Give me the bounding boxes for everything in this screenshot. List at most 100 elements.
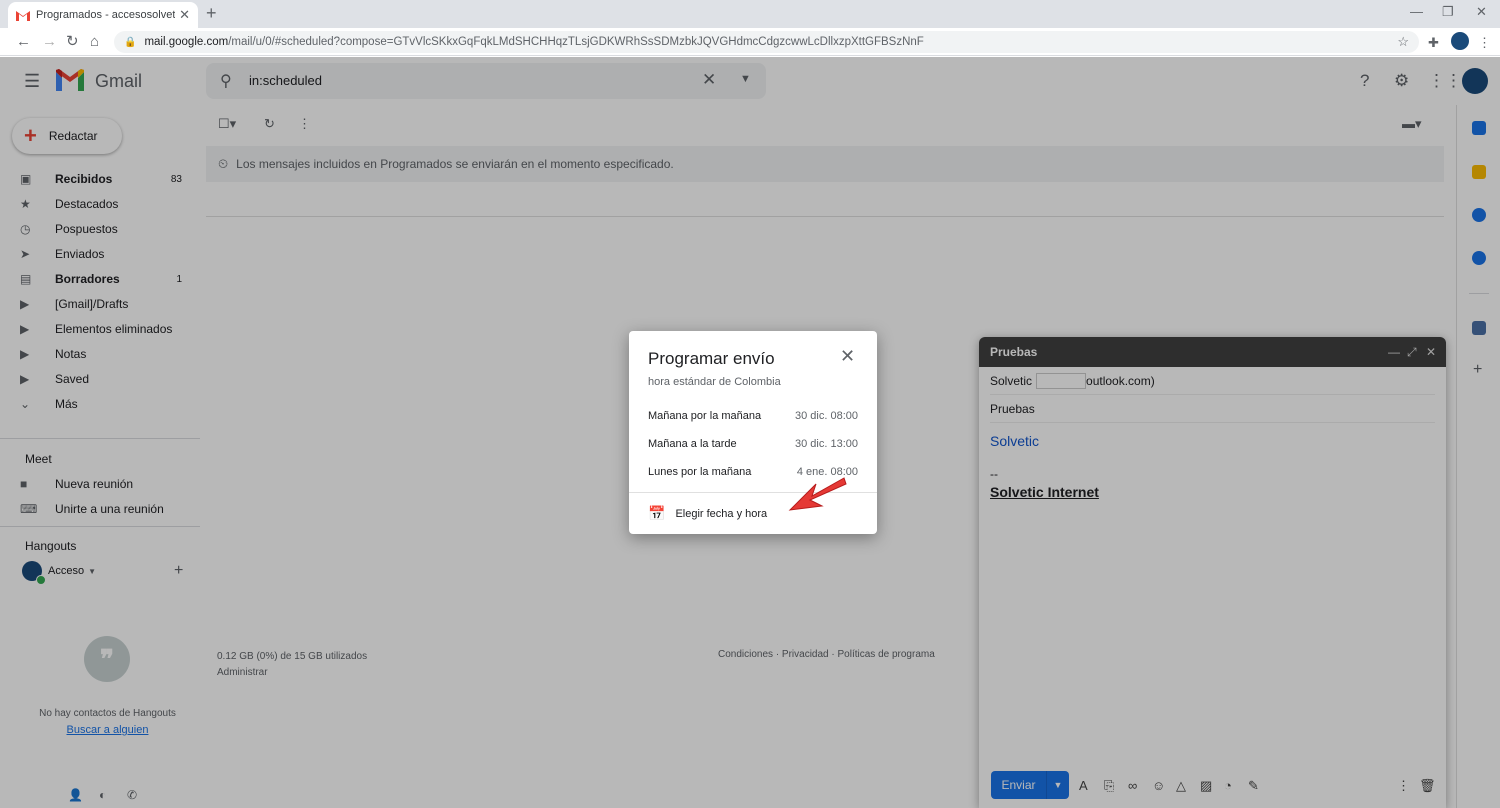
storage-footer: 0.12 GB (0%) de 15 GB utilizados Adminis… [217, 649, 367, 681]
signature-pen-icon[interactable]: ✎ [1248, 778, 1259, 794]
sidebar-item-deleted[interactable]: ▶ Elementos eliminados [20, 318, 190, 340]
sidebar-item-label: Destacados [55, 197, 119, 211]
bookmark-star-icon[interactable]: ☆ [1397, 34, 1409, 50]
hangouts-user-name: Acceso [48, 565, 85, 577]
formatting-icon[interactable]: A [1079, 778, 1088, 793]
tasks-icon[interactable] [1472, 208, 1486, 222]
sidebar-item-inbox[interactable]: ▣ Recibidos 83 [20, 168, 190, 190]
schedule-option-tomorrow-morning[interactable]: Mañana por la mañana 30 dic. 08:00 [629, 402, 877, 430]
person-icon[interactable]: 👤 [68, 788, 83, 802]
attach-icon[interactable]: ⎘ [1104, 778, 1114, 794]
sidebar-item-more[interactable]: ⌄ Más [20, 393, 190, 415]
body-text[interactable]: Solvetic [990, 433, 1039, 449]
compose-minimize-icon[interactable]: — [1388, 345, 1400, 359]
emoji-icon[interactable]: ☺ [1152, 778, 1165, 793]
restore-icon[interactable]: ❐ [1442, 4, 1454, 20]
sidebar-item-sent[interactable]: ➤ Enviados [20, 243, 190, 265]
option-label: Lunes por la mañana [648, 466, 752, 478]
dialog-close-icon[interactable]: ✕ [840, 346, 855, 367]
forward-icon[interactable]: → [42, 32, 57, 52]
window-close-icon[interactable]: ✕ [1476, 4, 1487, 20]
meet-join-meeting[interactable]: ⌨ Unirte a una reunión [20, 498, 190, 520]
compose-fullscreen-icon[interactable]: ⤢ [1407, 345, 1417, 360]
signature-dash: -- [990, 467, 998, 481]
footer-links[interactable]: Condiciones · Privacidad · Políticas de … [718, 649, 935, 660]
manage-storage-link[interactable]: Administrar [217, 665, 367, 681]
scheduled-info-banner: ⏲ Los mensajes incluidos en Programados … [206, 146, 1444, 182]
chat-icon[interactable]: ◐ [99, 788, 106, 802]
extensions-icon[interactable]: ✚ [1428, 35, 1439, 51]
minimize-icon[interactable]: — [1410, 4, 1423, 19]
phone-icon[interactable]: ✆ [127, 788, 137, 802]
discard-trash-icon[interactable]: 🗑 [1419, 778, 1436, 794]
url-field[interactable]: 🔒 mail.google.com/mail/u/0/#scheduled?co… [114, 31, 1419, 53]
account-avatar[interactable] [1462, 68, 1488, 94]
sidebar-item-label: Notas [55, 347, 87, 361]
sidebar-item-notes[interactable]: ▶ Notas [20, 343, 190, 365]
add-contact-icon[interactable]: + [174, 562, 183, 580]
sidebar-item-drafts[interactable]: ▤ Borradores 1 [20, 268, 190, 290]
addon-icon[interactable] [1472, 321, 1486, 335]
browser-menu-icon[interactable]: ⋮ [1478, 35, 1491, 51]
clear-search-icon[interactable]: ✕ [702, 70, 716, 90]
schedule-option-tomorrow-afternoon[interactable]: Mañana a la tarde 30 dic. 13:00 [629, 430, 877, 458]
hangouts-user[interactable]: Acceso ▼ [22, 561, 96, 585]
compose-button[interactable]: + Redactar [12, 118, 122, 154]
search-input[interactable]: in:scheduled [249, 73, 322, 88]
sidebar-item-snoozed[interactable]: ◷ Pospuestos [20, 218, 190, 240]
browser-profile-avatar[interactable] [1451, 32, 1469, 50]
compose-close-icon[interactable]: ✕ [1426, 345, 1436, 359]
calendar-icon[interactable] [1472, 121, 1486, 135]
link-icon[interactable]: ∞ [1128, 778, 1137, 793]
home-icon[interactable]: ⌂ [90, 32, 99, 52]
more-actions-icon[interactable]: ⋮ [298, 116, 311, 132]
signature-name[interactable]: Solvetic Internet [990, 484, 1099, 500]
recipient-name: Solvetic [990, 373, 1033, 388]
reload-icon[interactable]: ↻ [66, 32, 79, 52]
subject-field[interactable]: Pruebas [990, 395, 1435, 423]
new-tab-button[interactable]: + [206, 4, 217, 22]
search-bar[interactable]: ⚲ in:scheduled ✕ ▼ [206, 63, 766, 99]
url-host: mail.google.com [144, 36, 229, 48]
meet-new-meeting[interactable]: ■ Nueva reunión [20, 473, 190, 495]
sidebar-item-starred[interactable]: ★ Destacados [20, 193, 190, 215]
draft-count: 1 [176, 273, 182, 285]
sidebar-item-saved[interactable]: ▶ Saved [20, 368, 190, 390]
refresh-icon[interactable]: ↻ [264, 116, 275, 132]
gmail-wordmark: Gmail [95, 71, 143, 91]
get-addons-plus-icon[interactable]: + [1473, 361, 1482, 379]
keyboard-input-icon[interactable]: ▬▾ [1402, 116, 1422, 132]
settings-gear-icon[interactable]: ⚙ [1394, 71, 1409, 91]
label-icon: ▶ [20, 372, 30, 386]
apps-grid-icon[interactable]: ⋮⋮ [1428, 71, 1462, 91]
more-options-icon[interactable]: ⋮ [1397, 778, 1410, 794]
keep-icon[interactable] [1472, 165, 1486, 179]
send-label: Enviar [991, 771, 1047, 799]
main-menu-icon[interactable]: ☰ [24, 71, 40, 92]
gmail-header: ☰ Gmail ⚲ in:scheduled ✕ ▼ ? ⚙ ⋮⋮ [0, 57, 1500, 105]
tab-close-icon[interactable]: ✕ [179, 7, 190, 23]
photo-icon[interactable]: ▨ [1200, 778, 1212, 794]
meet-section-title: Meet [25, 452, 52, 466]
confidential-icon[interactable]: ◔ [1224, 778, 1232, 793]
pick-date-time-button[interactable]: 📅 Elegir fecha y hora [648, 505, 767, 522]
option-time: 30 dic. 13:00 [795, 438, 858, 450]
search-options-icon[interactable]: ▼ [740, 73, 751, 85]
find-someone-link[interactable]: Buscar a alguien [20, 724, 195, 736]
select-all-checkbox[interactable]: ☐▾ [218, 116, 236, 132]
send-button[interactable]: Enviar ▼ [991, 771, 1069, 799]
search-icon[interactable]: ⚲ [220, 71, 232, 91]
compose-header[interactable]: Pruebas [979, 337, 1446, 367]
back-icon[interactable]: ← [16, 32, 31, 52]
help-icon[interactable]: ? [1360, 71, 1369, 91]
dialog-title: Programar envío [648, 349, 775, 368]
to-field[interactable]: Solvetic outlook.com) [990, 367, 1435, 395]
browser-tab[interactable]: Programados - accesosolvetic1@ ✕ [8, 2, 198, 28]
lock-icon: 🔒 [124, 36, 137, 48]
drive-icon[interactable]: △ [1176, 778, 1186, 794]
contacts-icon[interactable] [1472, 251, 1486, 265]
schedule-send-dropdown-icon[interactable]: ▼ [1047, 780, 1069, 790]
storage-usage: 0.12 GB (0%) de 15 GB utilizados [217, 651, 368, 662]
sidebar-item-gmail-drafts[interactable]: ▶ [Gmail]/Drafts [20, 293, 190, 315]
option-time: 30 dic. 08:00 [795, 410, 858, 422]
